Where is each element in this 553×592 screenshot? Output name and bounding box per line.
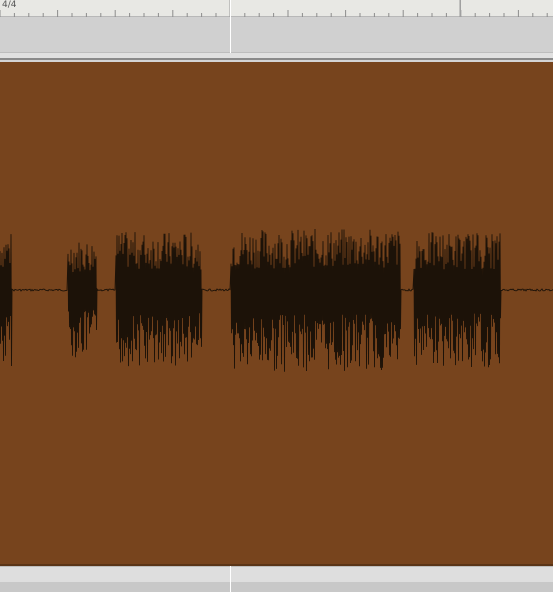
automation-lane[interactable]	[0, 17, 553, 53]
lane-divider[interactable]	[0, 53, 553, 60]
ruler-ticks	[0, 0, 548, 17]
playhead-marker[interactable]	[230, 0, 231, 53]
playhead-marker-bottom[interactable]	[230, 566, 231, 592]
waveform	[0, 228, 553, 372]
bar-marker	[460, 0, 461, 17]
timeline-ruler[interactable]: 4/4	[0, 0, 553, 17]
horizontal-scrollbar[interactable]	[0, 582, 553, 592]
audio-region[interactable]	[0, 62, 553, 566]
bottom-lane[interactable]	[0, 566, 553, 582]
waveform-trace	[0, 228, 553, 372]
